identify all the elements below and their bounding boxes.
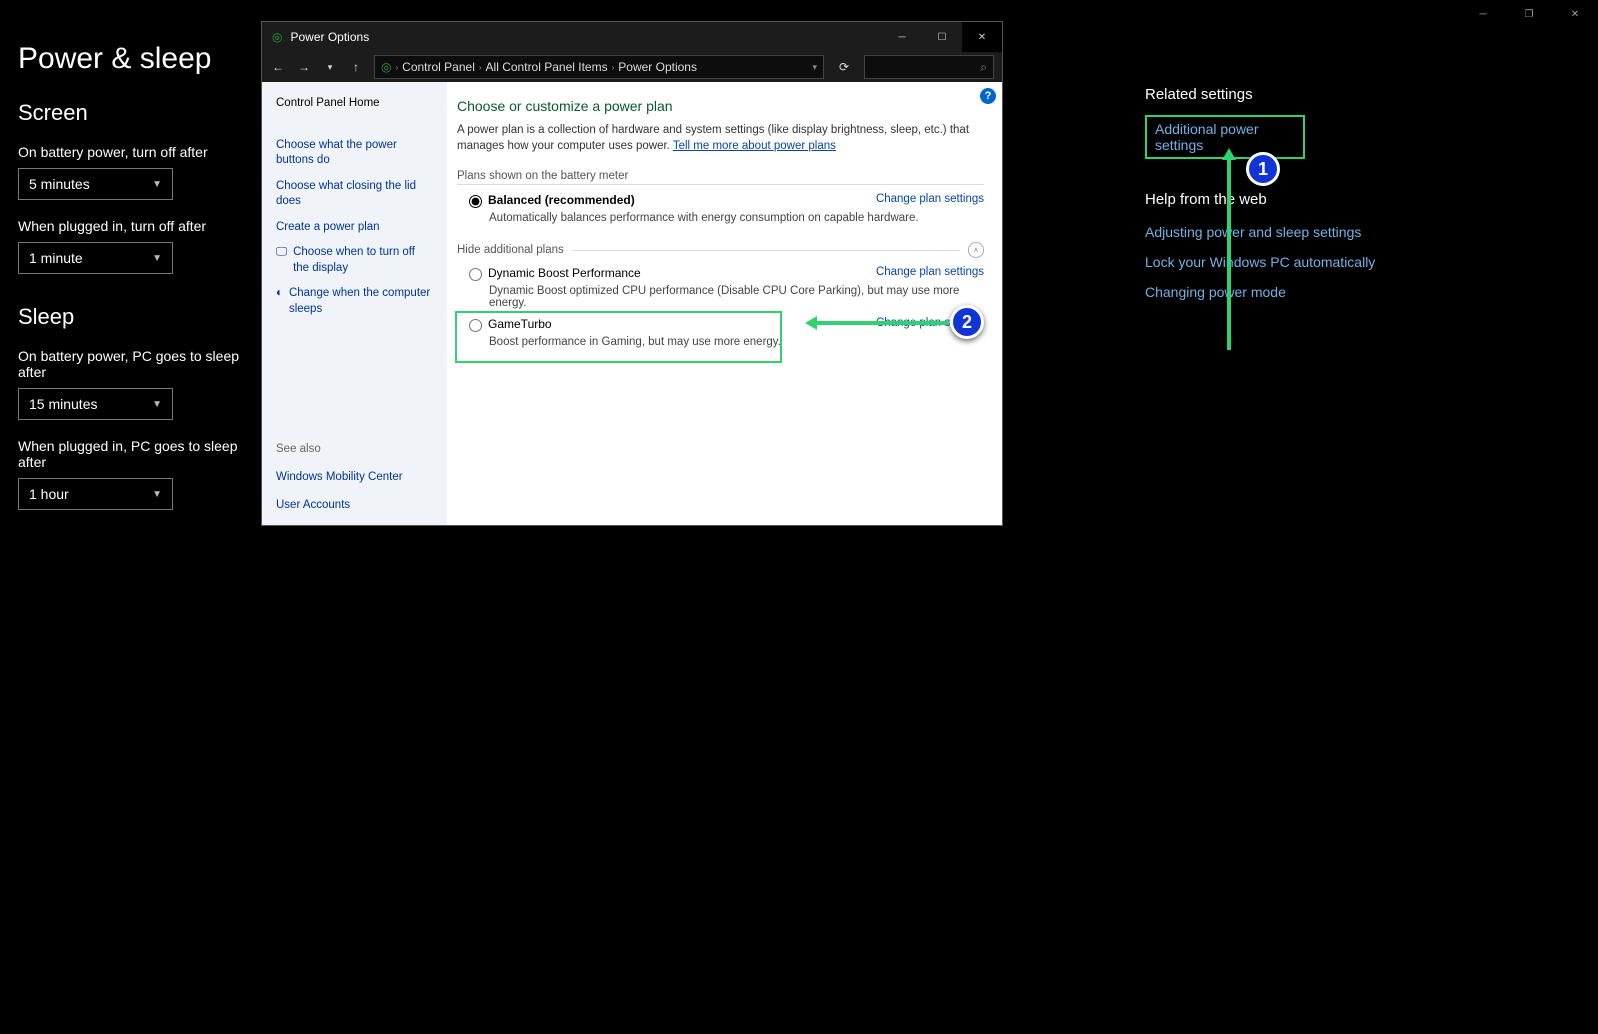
battery-icon: ◎	[272, 30, 282, 44]
plan-dynamic-boost-desc: Dynamic Boost optimized CPU performance …	[469, 281, 984, 309]
screen-plugged-select[interactable]: 1 minute ▼	[18, 242, 173, 274]
user-accounts-link[interactable]: User Accounts	[276, 499, 433, 511]
additional-power-settings-highlight: Additional power settings	[1145, 115, 1305, 159]
tell-me-more-link[interactable]: Tell me more about power plans	[673, 140, 836, 152]
back-button[interactable]: ←	[270, 60, 286, 74]
sleep-heading: Sleep	[18, 304, 248, 330]
chevron-down-icon: ▼	[152, 253, 162, 264]
window-title: Power Options	[290, 30, 369, 44]
choose-power-buttons-link[interactable]: Choose what the power buttons do	[276, 138, 433, 169]
crumb-all-items[interactable]: All Control Panel Items	[486, 60, 608, 74]
forward-button[interactable]: →	[296, 60, 312, 74]
chevron-down-icon: ▼	[152, 179, 162, 190]
main-description: A power plan is a collection of hardware…	[457, 122, 984, 154]
related-settings-panel: Related settings Additional power settin…	[1145, 86, 1385, 314]
main-heading: Choose or customize a power plan	[457, 98, 984, 114]
web-link-lock-pc[interactable]: Lock your Windows PC automatically	[1145, 254, 1385, 270]
close-button[interactable]: ✕	[1552, 0, 1598, 28]
chevron-right-icon: ›	[612, 63, 615, 72]
up-one-level-button[interactable]: ↑	[348, 60, 364, 74]
control-panel-home-link[interactable]: Control Panel Home	[276, 96, 433, 112]
plan-balanced-desc: Automatically balances performance with …	[469, 208, 984, 224]
main-content: ? Choose or customize a power plan A pow…	[447, 82, 1002, 525]
minimize-button[interactable]: ─	[1460, 0, 1506, 28]
chevron-down-icon: ▼	[152, 489, 162, 500]
window-close-button[interactable]: ✕	[962, 22, 1002, 52]
refresh-button[interactable]: ⟳	[834, 60, 854, 74]
power-icon: ◎	[381, 60, 391, 74]
monitor-icon: 🖵	[276, 245, 287, 276]
sleep-plugged-select[interactable]: 1 hour ▼	[18, 478, 173, 510]
related-heading: Related settings	[1145, 86, 1385, 103]
screen-battery-value: 5 minutes	[29, 176, 90, 192]
sleep-battery-value: 15 minutes	[29, 396, 97, 412]
chevron-right-icon: ›	[395, 63, 398, 72]
power-options-window: ◎ Power Options ─ ☐ ✕ ← → ▾ ↑ ◎ › Contro…	[262, 22, 1002, 525]
screen-battery-select[interactable]: 5 minutes ▼	[18, 168, 173, 200]
hide-additional-plans-label: Hide additional plans	[457, 244, 564, 256]
sleep-battery-label: On battery power, PC goes to sleep after	[18, 348, 248, 380]
settings-panel: Power & sleep Screen On battery power, t…	[18, 42, 248, 510]
plan-dynamic-boost-radio[interactable]	[469, 268, 482, 281]
plan-balanced: Balanced (recommended) Change plan setti…	[457, 193, 984, 224]
plan-gameturbo: GameTurbo Change plan settings Boost per…	[457, 317, 984, 348]
window-titlebar[interactable]: ◎ Power Options ─ ☐ ✕	[262, 22, 1002, 52]
web-link-adjusting[interactable]: Adjusting power and sleep settings	[1145, 224, 1385, 240]
plan-dynamic-boost-name: Dynamic Boost Performance	[488, 266, 641, 280]
chevron-right-icon: ›	[479, 63, 482, 72]
window-maximize-button[interactable]: ☐	[922, 22, 962, 52]
additional-power-settings-link[interactable]: Additional power settings	[1155, 121, 1295, 153]
screen-battery-label: On battery power, turn off after	[18, 144, 248, 160]
help-icon[interactable]: ?	[980, 88, 996, 104]
moon-icon: ◐	[276, 286, 283, 317]
screen-heading: Screen	[18, 100, 248, 126]
choose-lid-link[interactable]: Choose what closing the lid does	[276, 179, 433, 210]
help-web-heading: Help from the web	[1145, 191, 1385, 208]
create-power-plan-link[interactable]: Create a power plan	[276, 220, 433, 236]
crumb-control-panel[interactable]: Control Panel	[402, 60, 475, 74]
breadcrumb-dropdown-icon[interactable]: ▾	[812, 62, 817, 73]
change-plan-settings-link[interactable]: Change plan settings	[876, 317, 984, 329]
web-link-power-mode[interactable]: Changing power mode	[1145, 284, 1385, 300]
change-plan-settings-link[interactable]: Change plan settings	[876, 266, 984, 278]
chevron-down-icon: ▼	[152, 399, 162, 410]
plans-shown-label: Plans shown on the battery meter	[457, 170, 984, 182]
change-plan-settings-link[interactable]: Change plan settings	[876, 193, 984, 205]
collapse-plans-button[interactable]: ˄	[968, 242, 984, 258]
annotation-highlight-box	[455, 311, 782, 363]
crumb-power-options[interactable]: Power Options	[618, 60, 697, 74]
sleep-battery-select[interactable]: 15 minutes ▼	[18, 388, 173, 420]
see-also-heading: See also	[276, 443, 433, 455]
turn-off-display-link[interactable]: 🖵Choose when to turn off the display	[276, 245, 433, 276]
breadcrumb[interactable]: ◎ › Control Panel › All Control Panel It…	[374, 55, 824, 79]
plan-balanced-radio[interactable]	[469, 195, 482, 208]
change-sleep-link[interactable]: ◐Change when the computer sleeps	[276, 286, 433, 317]
recent-dropdown[interactable]: ▾	[322, 62, 338, 73]
screen-plugged-value: 1 minute	[29, 250, 83, 266]
maximize-button[interactable]: ❐	[1506, 0, 1552, 28]
sleep-plugged-value: 1 hour	[29, 486, 69, 502]
plan-dynamic-boost: Dynamic Boost Performance Change plan se…	[457, 266, 984, 309]
screen-plugged-label: When plugged in, turn off after	[18, 218, 248, 234]
window-minimize-button[interactable]: ─	[882, 22, 922, 52]
navigation-bar: ← → ▾ ↑ ◎ › Control Panel › All Control …	[262, 52, 1002, 82]
page-title: Power & sleep	[18, 42, 248, 76]
mobility-center-link[interactable]: Windows Mobility Center	[276, 471, 433, 483]
search-box[interactable]: ⌕	[864, 55, 994, 79]
sleep-plugged-label: When plugged in, PC goes to sleep after	[18, 438, 248, 470]
search-icon: ⌕	[980, 60, 987, 75]
outer-window-controls: ─ ❐ ✕	[1460, 0, 1598, 28]
left-nav: Control Panel Home Choose what the power…	[262, 82, 447, 525]
plan-balanced-name: Balanced (recommended)	[488, 193, 635, 207]
